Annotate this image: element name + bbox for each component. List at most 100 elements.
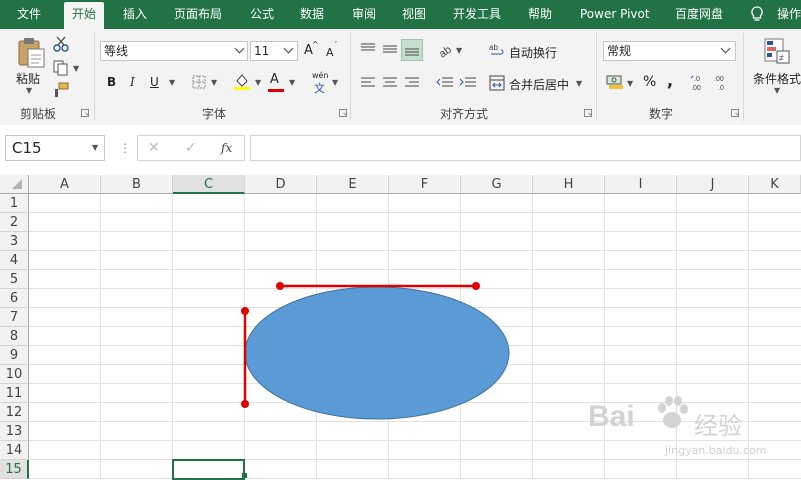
- column-header-d[interactable]: D: [245, 175, 317, 194]
- increase-indent-icon[interactable]: [459, 76, 477, 90]
- number-dialog-launcher[interactable]: [731, 109, 739, 117]
- active-cell[interactable]: [172, 459, 245, 480]
- row-header-9[interactable]: 9: [0, 346, 29, 365]
- underline-button[interactable]: U: [150, 75, 159, 89]
- tab-help[interactable]: 帮助: [528, 0, 552, 29]
- phonetic-guide-button[interactable]: wén: [312, 71, 329, 80]
- column-header-k[interactable]: K: [749, 175, 801, 194]
- percent-style-button[interactable]: %: [643, 74, 656, 90]
- conditional-formatting-icon[interactable]: ≠: [763, 37, 791, 67]
- copy-icon[interactable]: [53, 60, 69, 76]
- row-header-1[interactable]: 1: [0, 194, 29, 213]
- fill-handle[interactable]: [242, 473, 247, 478]
- tell-me-search[interactable]: 操作: [777, 0, 801, 29]
- merge-center-icon[interactable]: [489, 75, 505, 91]
- tab-formulas[interactable]: 公式: [250, 0, 274, 29]
- paste-icon[interactable]: [16, 37, 46, 69]
- column-header-i[interactable]: I: [605, 175, 677, 194]
- merge-dropdown-caret[interactable]: ▼: [576, 79, 582, 88]
- number-format-select[interactable]: 常规: [603, 41, 736, 61]
- tab-developer[interactable]: 开发工具: [453, 0, 501, 29]
- tab-data[interactable]: 数据: [300, 0, 324, 29]
- row-header-5[interactable]: 5: [0, 270, 29, 289]
- column-header-g[interactable]: G: [461, 175, 533, 194]
- tab-insert[interactable]: 插入: [123, 0, 147, 29]
- alignment-dialog-launcher[interactable]: [584, 109, 592, 117]
- orientation-dropdown-caret[interactable]: ▼: [456, 46, 462, 55]
- row-header-7[interactable]: 7: [0, 308, 29, 327]
- row-header-14[interactable]: 14: [0, 441, 29, 460]
- tab-review[interactable]: 审阅: [352, 0, 376, 29]
- insert-function-button[interactable]: fx: [221, 141, 232, 155]
- cancel-entry-button[interactable]: ✕: [148, 140, 160, 156]
- accounting-dropdown-caret[interactable]: ▼: [627, 79, 633, 88]
- merge-center-button[interactable]: 合并后居中: [509, 76, 569, 93]
- paste-dropdown-caret[interactable]: ▼: [26, 86, 32, 95]
- tab-view[interactable]: 视图: [402, 0, 426, 29]
- column-header-a[interactable]: A: [29, 175, 101, 194]
- fill-color-dropdown-caret[interactable]: ▼: [255, 78, 261, 87]
- decrease-indent-icon[interactable]: [436, 76, 454, 90]
- row-header-15[interactable]: 15: [0, 460, 29, 479]
- decrease-decimal-icon[interactable]: .00.0: [713, 73, 731, 91]
- row-header-6[interactable]: 6: [0, 289, 29, 308]
- wrap-text-button[interactable]: 自动换行: [509, 44, 557, 61]
- clipboard-dialog-launcher[interactable]: [81, 109, 89, 117]
- row-header-2[interactable]: 2: [0, 213, 29, 232]
- borders-dropdown-caret[interactable]: ▼: [211, 78, 217, 87]
- tab-baidu-netdisk[interactable]: 百度网盘: [675, 0, 723, 29]
- formula-bar-splitter[interactable]: ⋮: [119, 141, 131, 155]
- column-header-e[interactable]: E: [317, 175, 389, 194]
- font-color-dropdown-caret[interactable]: ▼: [289, 78, 295, 87]
- column-header-f[interactable]: F: [389, 175, 461, 194]
- align-right-icon[interactable]: [404, 76, 420, 90]
- font-dialog-launcher[interactable]: [339, 109, 347, 117]
- select-all-corner[interactable]: [0, 175, 29, 194]
- bold-button[interactable]: B: [107, 75, 116, 89]
- conditional-formatting-button[interactable]: 条件格式: [753, 70, 801, 87]
- tab-page-layout[interactable]: 页面布局: [174, 0, 222, 29]
- conditional-formatting-caret[interactable]: ▼: [774, 86, 780, 95]
- formula-input[interactable]: [250, 135, 801, 161]
- name-box[interactable]: C15: [5, 135, 105, 161]
- align-top-icon[interactable]: [360, 42, 376, 56]
- comma-style-button[interactable]: ,: [667, 71, 673, 90]
- menu-file[interactable]: 文件: [17, 0, 41, 29]
- align-middle-icon[interactable]: [382, 42, 398, 56]
- row-header-12[interactable]: 12: [0, 403, 29, 422]
- copy-dropdown-caret[interactable]: ▼: [73, 64, 79, 73]
- lightbulb-icon[interactable]: [750, 6, 764, 24]
- font-color-button[interactable]: A: [270, 72, 279, 87]
- column-header-c[interactable]: C: [173, 175, 245, 194]
- row-header-11[interactable]: 11: [0, 384, 29, 403]
- column-header-b[interactable]: B: [101, 175, 173, 194]
- align-center-icon[interactable]: [382, 76, 398, 90]
- row-header-3[interactable]: 3: [0, 232, 29, 251]
- accounting-format-icon[interactable]: [606, 74, 624, 90]
- row-header-10[interactable]: 10: [0, 365, 29, 384]
- name-box-dropdown-caret[interactable]: ▼: [92, 143, 98, 152]
- enter-entry-button[interactable]: ✓: [185, 140, 197, 156]
- tab-power-pivot[interactable]: Power Pivot: [580, 0, 650, 29]
- font-name-select[interactable]: 等线: [100, 41, 248, 61]
- borders-icon[interactable]: [192, 75, 206, 89]
- cut-icon[interactable]: [53, 36, 69, 52]
- fill-color-icon[interactable]: [233, 72, 251, 90]
- row-header-4[interactable]: 4: [0, 251, 29, 270]
- column-header-h[interactable]: H: [533, 175, 605, 194]
- column-header-j[interactable]: J: [677, 175, 749, 194]
- tab-home[interactable]: 开始: [64, 2, 105, 29]
- wrap-text-icon[interactable]: ab: [489, 42, 505, 58]
- phonetic-dropdown-caret[interactable]: ▼: [332, 78, 338, 87]
- decrease-font-size-button[interactable]: A: [326, 46, 334, 59]
- row-header-8[interactable]: 8: [0, 327, 29, 346]
- underline-dropdown-caret[interactable]: ▼: [169, 78, 175, 87]
- italic-button[interactable]: I: [130, 75, 135, 89]
- increase-decimal-icon[interactable]: .0.00: [690, 73, 708, 91]
- paste-button[interactable]: 粘贴: [16, 70, 40, 87]
- orientation-icon[interactable]: ab: [436, 41, 454, 59]
- format-painter-icon[interactable]: [53, 82, 69, 98]
- align-left-icon[interactable]: [360, 76, 376, 90]
- row-header-13[interactable]: 13: [0, 422, 29, 441]
- align-bottom-button[interactable]: [401, 39, 423, 61]
